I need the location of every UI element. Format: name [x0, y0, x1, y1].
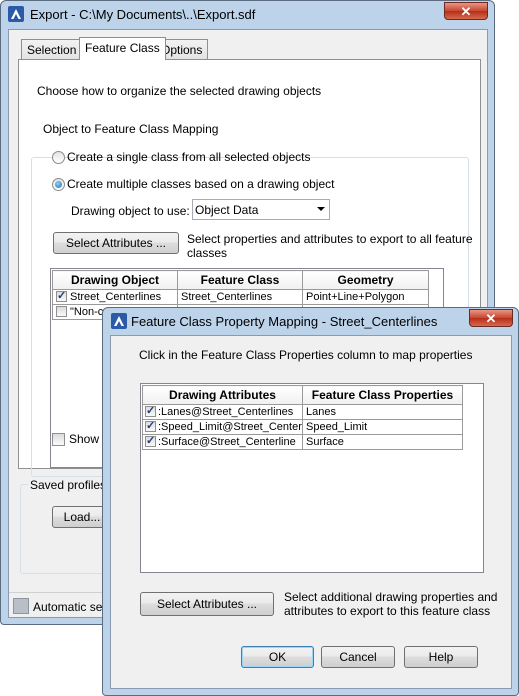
- autocad-app-icon: [111, 313, 127, 329]
- tab-options-label: Options: [161, 43, 203, 57]
- mapping-dialog-title: Feature Class Property Mapping - Street_…: [131, 314, 438, 329]
- table-row[interactable]: :Speed_Limit@Street_Center Speed_Limit: [142, 419, 463, 435]
- mapping-title-bar[interactable]: Feature Class Property Mapping - Street_…: [103, 308, 518, 334]
- property-mapping-table-header: Drawing Attributes Feature Class Propert…: [142, 385, 463, 405]
- radio-multiple-classes-label[interactable]: Create multiple classes based on a drawi…: [67, 177, 334, 191]
- show-checkbox[interactable]: [52, 433, 65, 446]
- table-row[interactable]: Street_Centerlines Street_Centerlines Po…: [52, 289, 429, 305]
- drawing-object-cell: "Non-c: [70, 306, 104, 318]
- feature-class-property-cell[interactable]: Speed_Limit: [302, 419, 463, 435]
- tab-feature-class[interactable]: Feature Class: [79, 37, 166, 60]
- export-dialog-title: Export - C:\My Documents\..\Export.sdf: [30, 7, 256, 22]
- column-header-drawing-object[interactable]: Drawing Object: [52, 270, 178, 290]
- chevron-down-icon: [317, 207, 325, 211]
- drawing-attribute-cell: :Surface@Street_Centerline: [158, 436, 296, 448]
- tab-selection-label: Selection: [27, 43, 77, 57]
- column-header-drawing-attributes[interactable]: Drawing Attributes: [142, 385, 303, 405]
- feature-class-property-cell[interactable]: Lanes: [302, 404, 463, 420]
- load-profile-button-label: Load...: [63, 510, 101, 524]
- radio-single-class-label[interactable]: Create a single class from all selected …: [67, 150, 310, 164]
- drawing-attribute-cell: :Lanes@Street_Centerlines: [158, 406, 294, 418]
- mapping-select-attributes-button-label: Select Attributes ...: [156, 597, 258, 611]
- ok-button-label: OK: [268, 650, 287, 664]
- column-header-feature-class[interactable]: Feature Class: [177, 270, 303, 290]
- mapping-dialog: Feature Class Property Mapping - Street_…: [102, 307, 519, 696]
- saved-profiles-label: Saved profiles: [28, 478, 109, 492]
- row-checkbox[interactable]: [56, 306, 67, 317]
- cancel-button-label: Cancel: [339, 650, 377, 664]
- mapping-group-label: Object to Feature Class Mapping: [41, 122, 221, 136]
- status-indicator-icon: [13, 598, 29, 614]
- help-button[interactable]: Help: [404, 646, 478, 668]
- select-attributes-button-label: Select Attributes ...: [65, 236, 167, 250]
- feature-class-cell[interactable]: Street_Centerlines: [177, 289, 303, 305]
- autocad-app-icon: [8, 6, 24, 22]
- drawing-object-value: Object Data: [195, 203, 259, 217]
- property-mapping-grid: Drawing Attributes Feature Class Propert…: [140, 383, 484, 573]
- mapping-select-attributes-description-line1: Select additional drawing properties and: [284, 590, 498, 604]
- row-checkbox[interactable]: [145, 406, 156, 417]
- drawing-object-label: Drawing object to use:: [71, 204, 190, 218]
- cancel-button[interactable]: Cancel: [321, 646, 395, 668]
- radio-multiple-classes[interactable]: [52, 178, 65, 191]
- drawing-object-dropdown[interactable]: Object Data: [192, 199, 330, 220]
- column-header-geometry[interactable]: Geometry: [302, 270, 429, 290]
- property-mapping-table: Drawing Attributes Feature Class Propert…: [142, 385, 463, 450]
- feature-class-table-header: Drawing Object Feature Class Geometry: [52, 270, 429, 290]
- row-checkbox[interactable]: [145, 436, 156, 447]
- mapping-instruction: Click in the Feature Class Properties co…: [139, 348, 473, 362]
- table-row[interactable]: :Surface@Street_Centerline Surface: [142, 434, 463, 450]
- mapping-client-area: Click in the Feature Class Properties co…: [110, 335, 512, 689]
- drawing-attribute-cell: :Speed_Limit@Street_Center: [158, 421, 302, 433]
- drawing-object-cell: Street_Centerlines: [70, 291, 162, 303]
- mapping-select-attributes-description-line2: attributes to export to this feature cla…: [284, 604, 491, 618]
- radio-single-class[interactable]: [52, 151, 65, 164]
- geometry-cell[interactable]: Point+Line+Polygon: [302, 289, 429, 305]
- select-attributes-button[interactable]: Select Attributes ...: [53, 232, 179, 254]
- export-close-button[interactable]: ✕: [444, 2, 488, 20]
- row-checkbox[interactable]: [56, 291, 67, 302]
- tab-selection[interactable]: Selection: [21, 39, 83, 59]
- row-checkbox[interactable]: [145, 421, 156, 432]
- column-header-feature-class-properties[interactable]: Feature Class Properties: [302, 385, 463, 405]
- export-title-bar[interactable]: Export - C:\My Documents\..\Export.sdf ✕: [1, 1, 494, 27]
- ok-button[interactable]: OK: [241, 646, 314, 668]
- mapping-select-attributes-button[interactable]: Select Attributes ...: [140, 592, 274, 616]
- status-text: Automatic se: [33, 600, 103, 614]
- select-attributes-description-line1: Select properties and attributes to expo…: [187, 232, 473, 246]
- help-button-label: Help: [428, 650, 454, 664]
- tab-feature-class-label: Feature Class: [85, 41, 160, 55]
- mapping-close-button[interactable]: ✕: [469, 309, 513, 327]
- table-row[interactable]: :Lanes@Street_Centerlines Lanes: [142, 404, 463, 420]
- export-instruction: Choose how to organize the selected draw…: [37, 84, 322, 98]
- select-attributes-description-line2: classes: [187, 246, 228, 260]
- feature-class-property-cell[interactable]: Surface: [302, 434, 463, 450]
